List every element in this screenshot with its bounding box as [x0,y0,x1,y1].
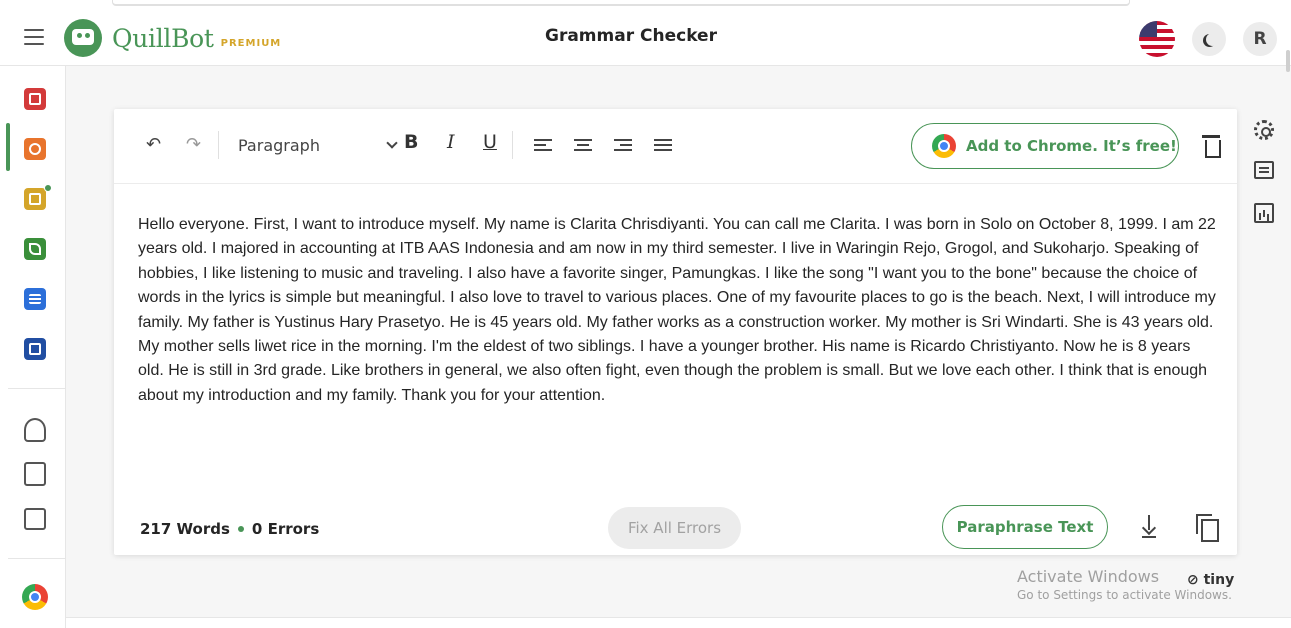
trash-icon[interactable] [1202,135,1221,158]
watermark-line2: Go to Settings to activate Windows. [1017,588,1232,602]
chrome-icon [932,134,956,158]
fix-all-errors-button[interactable]: Fix All Errors [608,507,741,549]
align-right-icon[interactable] [614,139,632,153]
moon-icon [1206,33,1219,46]
page-title: Grammar Checker [545,26,717,46]
editor-toolbar: ↶ ↷ Paragraph B I U Add to Chrome. It’s … [114,109,1237,184]
align-center-icon[interactable] [574,139,592,153]
sidebar-item-plagiarism-checker[interactable] [24,188,46,210]
settings-gear-icon[interactable] [1254,120,1274,140]
word-count: 217 Words [140,520,230,538]
graduation-cap-icon[interactable] [24,418,46,442]
notebook-icon[interactable] [24,462,46,486]
top-bar: QuillBot PREMIUM Grammar Checker R [0,0,1291,66]
sidebar-item-citation-generator[interactable] [24,338,46,360]
align-justify-icon[interactable] [654,139,672,153]
redo-icon[interactable]: ↷ [186,134,201,155]
paraphrase-text-button[interactable]: Paraphrase Text [942,505,1108,549]
toolbar-divider [218,131,219,159]
tiny-logo-text: tiny [1203,572,1235,588]
editor-footer: 217 Words 0 Errors Fix All Errors Paraph… [114,504,1237,554]
bottom-strip [66,617,1291,628]
paragraph-select[interactable]: Paragraph [238,136,388,155]
us-flag-icon[interactable] [1139,21,1175,57]
editor-card: ↶ ↷ Paragraph B I U Add to Chrome. It’s … [114,109,1237,555]
statistics-icon[interactable] [1254,203,1274,223]
sidebar-item-co-writer[interactable] [24,238,46,260]
bold-button[interactable]: B [404,131,418,153]
tiny-logo: ⊘ tiny [1187,572,1235,588]
copy-icon[interactable] [1196,514,1219,542]
sidebar-active-indicator [6,123,10,171]
quillbot-logo[interactable]: QuillBot PREMIUM [64,18,281,58]
sidebar [0,66,66,628]
underline-button[interactable]: U [483,131,497,153]
sidebar-divider [8,388,66,389]
align-left-icon[interactable] [534,139,552,153]
toolbar-divider [512,131,513,159]
add-to-chrome-button[interactable]: Add to Chrome. It’s free! [911,123,1179,169]
add-to-chrome-label: Add to Chrome. It’s free! [966,137,1177,155]
sidebar-item-paraphraser[interactable] [24,88,46,110]
status-dot [237,526,244,532]
sidebar-divider [8,558,66,559]
quillbot-logo-icon [64,19,102,57]
word-error-counts: 217 Words 0 Errors [140,520,319,538]
logo-text: QuillBot [112,23,214,53]
dark-mode-toggle[interactable] [1192,22,1226,56]
editor-text-area[interactable]: Hello everyone. First, I want to introdu… [138,213,1218,408]
italic-button[interactable]: I [447,131,455,153]
layout-icon[interactable] [24,508,46,530]
notification-dot [44,184,52,192]
browser-scroll-edge [112,0,1130,6]
page-scrollbar[interactable] [1286,50,1290,72]
feedback-icon[interactable] [1254,161,1274,179]
error-count: 0 Errors [251,520,320,538]
avatar[interactable]: R [1243,22,1277,56]
sidebar-item-grammar-checker[interactable] [24,138,46,160]
premium-badge: PREMIUM [220,37,282,49]
menu-icon[interactable] [24,29,44,45]
chevron-down-icon [386,137,398,149]
undo-icon[interactable]: ↶ [146,134,161,155]
sidebar-item-summarizer[interactable] [24,288,46,310]
chrome-extension-icon[interactable] [22,584,48,610]
download-icon[interactable] [1141,515,1157,539]
